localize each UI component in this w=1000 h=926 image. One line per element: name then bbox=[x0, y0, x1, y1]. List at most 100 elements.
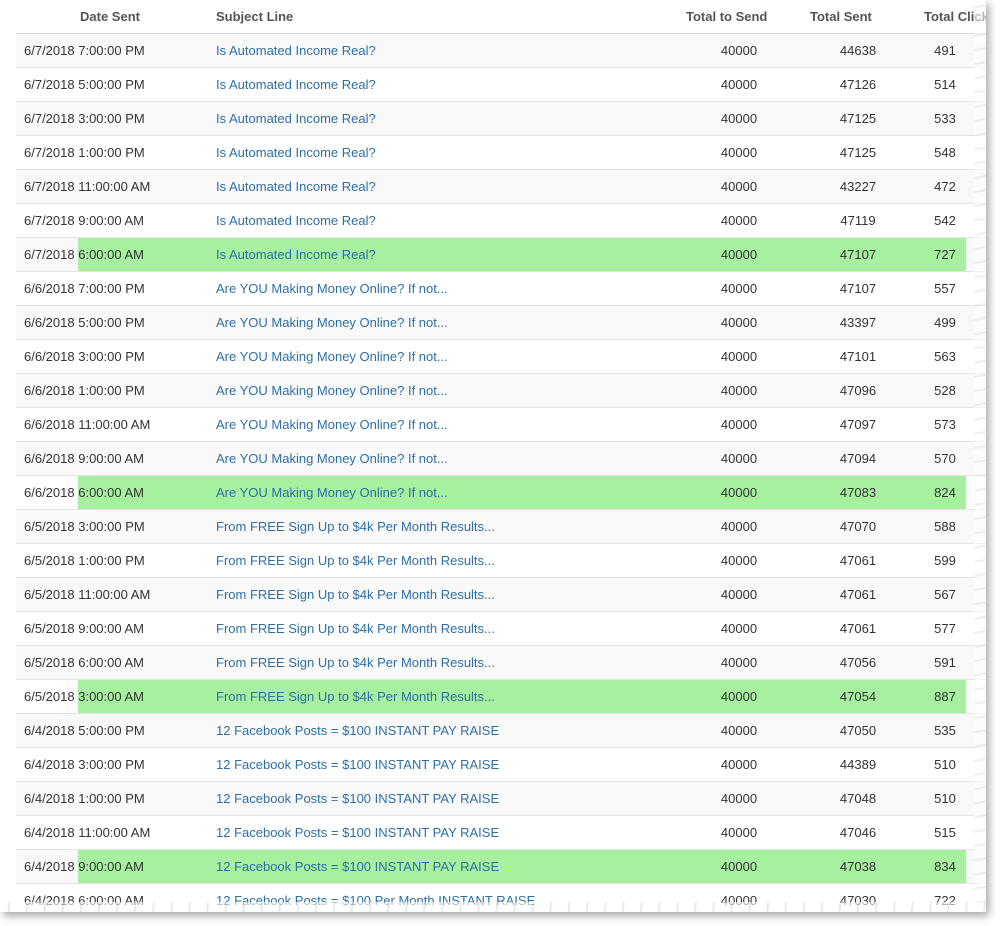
time-text: 6:00:00 AM bbox=[78, 247, 145, 262]
subject-link[interactable]: Is Automated Income Real? bbox=[216, 111, 376, 126]
cell-date-sent: 6/6/2018 3:00:00 PM bbox=[16, 339, 216, 374]
cell-total-sent: 47046 bbox=[802, 815, 914, 850]
date-text: 6/7/2018 bbox=[24, 145, 75, 160]
cell-total-to-send: 40000 bbox=[676, 271, 802, 306]
column-header-subject-line[interactable]: Subject Line bbox=[216, 0, 676, 34]
cell-date-sent: 6/7/2018 6:00:00 AM bbox=[16, 237, 216, 272]
subject-link[interactable]: 12 Facebook Posts = $100 INSTANT PAY RAI… bbox=[216, 723, 499, 738]
date-text: 6/7/2018 bbox=[24, 43, 75, 58]
cell-total-sent: 47094 bbox=[802, 441, 914, 476]
time-text: 7:00:00 PM bbox=[78, 43, 145, 58]
report-sheet: Date Sent Subject Line Total to Send Tot… bbox=[0, 0, 986, 912]
subject-link[interactable]: Are YOU Making Money Online? If not... bbox=[216, 349, 448, 364]
date-text: 6/4/2018 bbox=[24, 825, 75, 840]
cell-total-to-send: 40000 bbox=[676, 475, 802, 510]
time-text: 3:00:00 PM bbox=[78, 519, 145, 534]
time-text: 5:00:00 PM bbox=[78, 77, 145, 92]
time-text: 5:00:00 PM bbox=[78, 315, 145, 330]
table-row: 6/7/2018 1:00:00 PM Is Automated Income R… bbox=[16, 135, 986, 170]
subject-link[interactable]: Are YOU Making Money Online? If not... bbox=[216, 451, 448, 466]
cell-subject-line: Are YOU Making Money Online? If not... bbox=[216, 305, 676, 340]
time-text: 3:00:00 PM bbox=[78, 111, 145, 126]
subject-link[interactable]: Are YOU Making Money Online? If not... bbox=[216, 281, 448, 296]
table-body: 6/7/2018 7:00:00 PM Is Automated Income R… bbox=[16, 33, 986, 912]
date-text: 6/6/2018 bbox=[24, 485, 75, 500]
time-text: 7:00:00 PM bbox=[78, 281, 145, 296]
date-text: 6/6/2018 bbox=[24, 315, 75, 330]
cell-subject-line: Is Automated Income Real? bbox=[216, 67, 676, 102]
cell-date-sent: 6/4/2018 1:00:00 PM bbox=[16, 781, 216, 816]
subject-link[interactable]: Are YOU Making Money Online? If not... bbox=[216, 417, 448, 432]
cell-subject-line: Is Automated Income Real? bbox=[216, 203, 676, 238]
time-text: 5:00:00 PM bbox=[78, 723, 145, 738]
table-row: 6/7/2018 7:00:00 PM Is Automated Income R… bbox=[16, 33, 986, 68]
cell-date-sent: 6/4/2018 5:00:00 PM bbox=[16, 713, 216, 748]
date-text: 6/5/2018 bbox=[24, 587, 75, 602]
cell-total-to-send: 40000 bbox=[676, 33, 802, 68]
cell-date-sent: 6/7/2018 3:00:00 PM bbox=[16, 101, 216, 136]
subject-link[interactable]: Are YOU Making Money Online? If not... bbox=[216, 383, 448, 398]
cell-total-to-send: 40000 bbox=[676, 135, 802, 170]
cell-subject-line: Is Automated Income Real? bbox=[216, 169, 676, 204]
time-text: 11:00:00 AM bbox=[78, 179, 151, 194]
column-header-date-sent[interactable]: Date Sent bbox=[16, 0, 216, 34]
subject-link[interactable]: 12 Facebook Posts = $100 INSTANT PAY RAI… bbox=[216, 757, 499, 772]
time-text: 1:00:00 PM bbox=[78, 553, 145, 568]
time-text: 11:00:00 AM bbox=[78, 587, 151, 602]
cell-date-sent: 6/5/2018 1:00:00 PM bbox=[16, 543, 216, 578]
cell-total-sent: 47101 bbox=[802, 339, 914, 374]
cell-date-sent: 6/7/2018 1:00:00 PM bbox=[16, 135, 216, 170]
time-text: 6:00:00 AM bbox=[78, 485, 145, 500]
cell-total-sent: 43397 bbox=[802, 305, 914, 340]
subject-link[interactable]: Are YOU Making Money Online? If not... bbox=[216, 315, 448, 330]
time-text: 1:00:00 PM bbox=[78, 383, 145, 398]
cell-total-to-send: 40000 bbox=[676, 611, 802, 646]
cell-total-to-send: 40000 bbox=[676, 67, 802, 102]
table-row: 6/5/2018 3:00:00 AM From FREE Sign Up to … bbox=[16, 679, 986, 714]
date-text: 6/5/2018 bbox=[24, 553, 75, 568]
subject-link[interactable]: Is Automated Income Real? bbox=[216, 43, 376, 58]
email-stats-table: Date Sent Subject Line Total to Send Tot… bbox=[16, 0, 986, 912]
cell-subject-line: 12 Facebook Posts = $100 INSTANT PAY RAI… bbox=[216, 747, 676, 782]
table-row: 6/7/2018 11:00:00 AM Is Automated Income … bbox=[16, 169, 986, 204]
subject-link[interactable]: 12 Facebook Posts = $100 INSTANT PAY RAI… bbox=[216, 859, 499, 874]
table-row: 6/5/2018 3:00:00 PM From FREE Sign Up to … bbox=[16, 509, 986, 544]
torn-edge-right bbox=[974, 0, 986, 912]
subject-link[interactable]: 12 Facebook Posts = $100 INSTANT PAY RAI… bbox=[216, 791, 499, 806]
cell-subject-line: Are YOU Making Money Online? If not... bbox=[216, 441, 676, 476]
subject-link[interactable]: From FREE Sign Up to $4k Per Month Resul… bbox=[216, 553, 495, 568]
cell-total-to-send: 40000 bbox=[676, 373, 802, 408]
subject-link[interactable]: From FREE Sign Up to $4k Per Month Resul… bbox=[216, 587, 495, 602]
table-row: 6/6/2018 5:00:00 PM Are YOU Making Money … bbox=[16, 305, 986, 340]
date-text: 6/7/2018 bbox=[24, 247, 75, 262]
table-row: 6/6/2018 9:00:00 AM Are YOU Making Money … bbox=[16, 441, 986, 476]
subject-link[interactable]: From FREE Sign Up to $4k Per Month Resul… bbox=[216, 655, 495, 670]
table-row: 6/5/2018 1:00:00 PM From FREE Sign Up to … bbox=[16, 543, 986, 578]
date-text: 6/5/2018 bbox=[24, 655, 75, 670]
cell-total-to-send: 40000 bbox=[676, 169, 802, 204]
subject-link[interactable]: From FREE Sign Up to $4k Per Month Resul… bbox=[216, 519, 495, 534]
column-header-total-to-send[interactable]: Total to Send bbox=[676, 0, 802, 34]
table-row: 6/4/2018 9:00:00 AM 12 Facebook Posts = $… bbox=[16, 849, 986, 884]
subject-link[interactable]: From FREE Sign Up to $4k Per Month Resul… bbox=[216, 621, 495, 636]
subject-link[interactable]: Are YOU Making Money Online? If not... bbox=[216, 485, 448, 500]
column-header-total-sent[interactable]: Total Sent bbox=[802, 0, 914, 34]
subject-link[interactable]: Is Automated Income Real? bbox=[216, 77, 376, 92]
subject-link[interactable]: Is Automated Income Real? bbox=[216, 145, 376, 160]
table-row: 6/6/2018 11:00:00 AM Are YOU Making Money… bbox=[16, 407, 986, 442]
cell-subject-line: From FREE Sign Up to $4k Per Month Resul… bbox=[216, 679, 676, 714]
date-text: 6/5/2018 bbox=[24, 621, 75, 636]
subject-link[interactable]: Is Automated Income Real? bbox=[216, 179, 376, 194]
subject-link[interactable]: Is Automated Income Real? bbox=[216, 213, 376, 228]
cell-total-sent: 47054 bbox=[802, 679, 914, 714]
cell-total-sent: 47107 bbox=[802, 271, 914, 306]
table-row: 6/5/2018 9:00:00 AM From FREE Sign Up to … bbox=[16, 611, 986, 646]
subject-link[interactable]: Is Automated Income Real? bbox=[216, 247, 376, 262]
cell-date-sent: 6/4/2018 11:00:00 AM bbox=[16, 815, 216, 850]
date-text: 6/4/2018 bbox=[24, 723, 75, 738]
cell-total-sent: 47061 bbox=[802, 543, 914, 578]
cell-total-to-send: 40000 bbox=[676, 679, 802, 714]
subject-link[interactable]: From FREE Sign Up to $4k Per Month Resul… bbox=[216, 689, 495, 704]
cell-date-sent: 6/5/2018 3:00:00 AM bbox=[16, 679, 216, 714]
subject-link[interactable]: 12 Facebook Posts = $100 INSTANT PAY RAI… bbox=[216, 825, 499, 840]
